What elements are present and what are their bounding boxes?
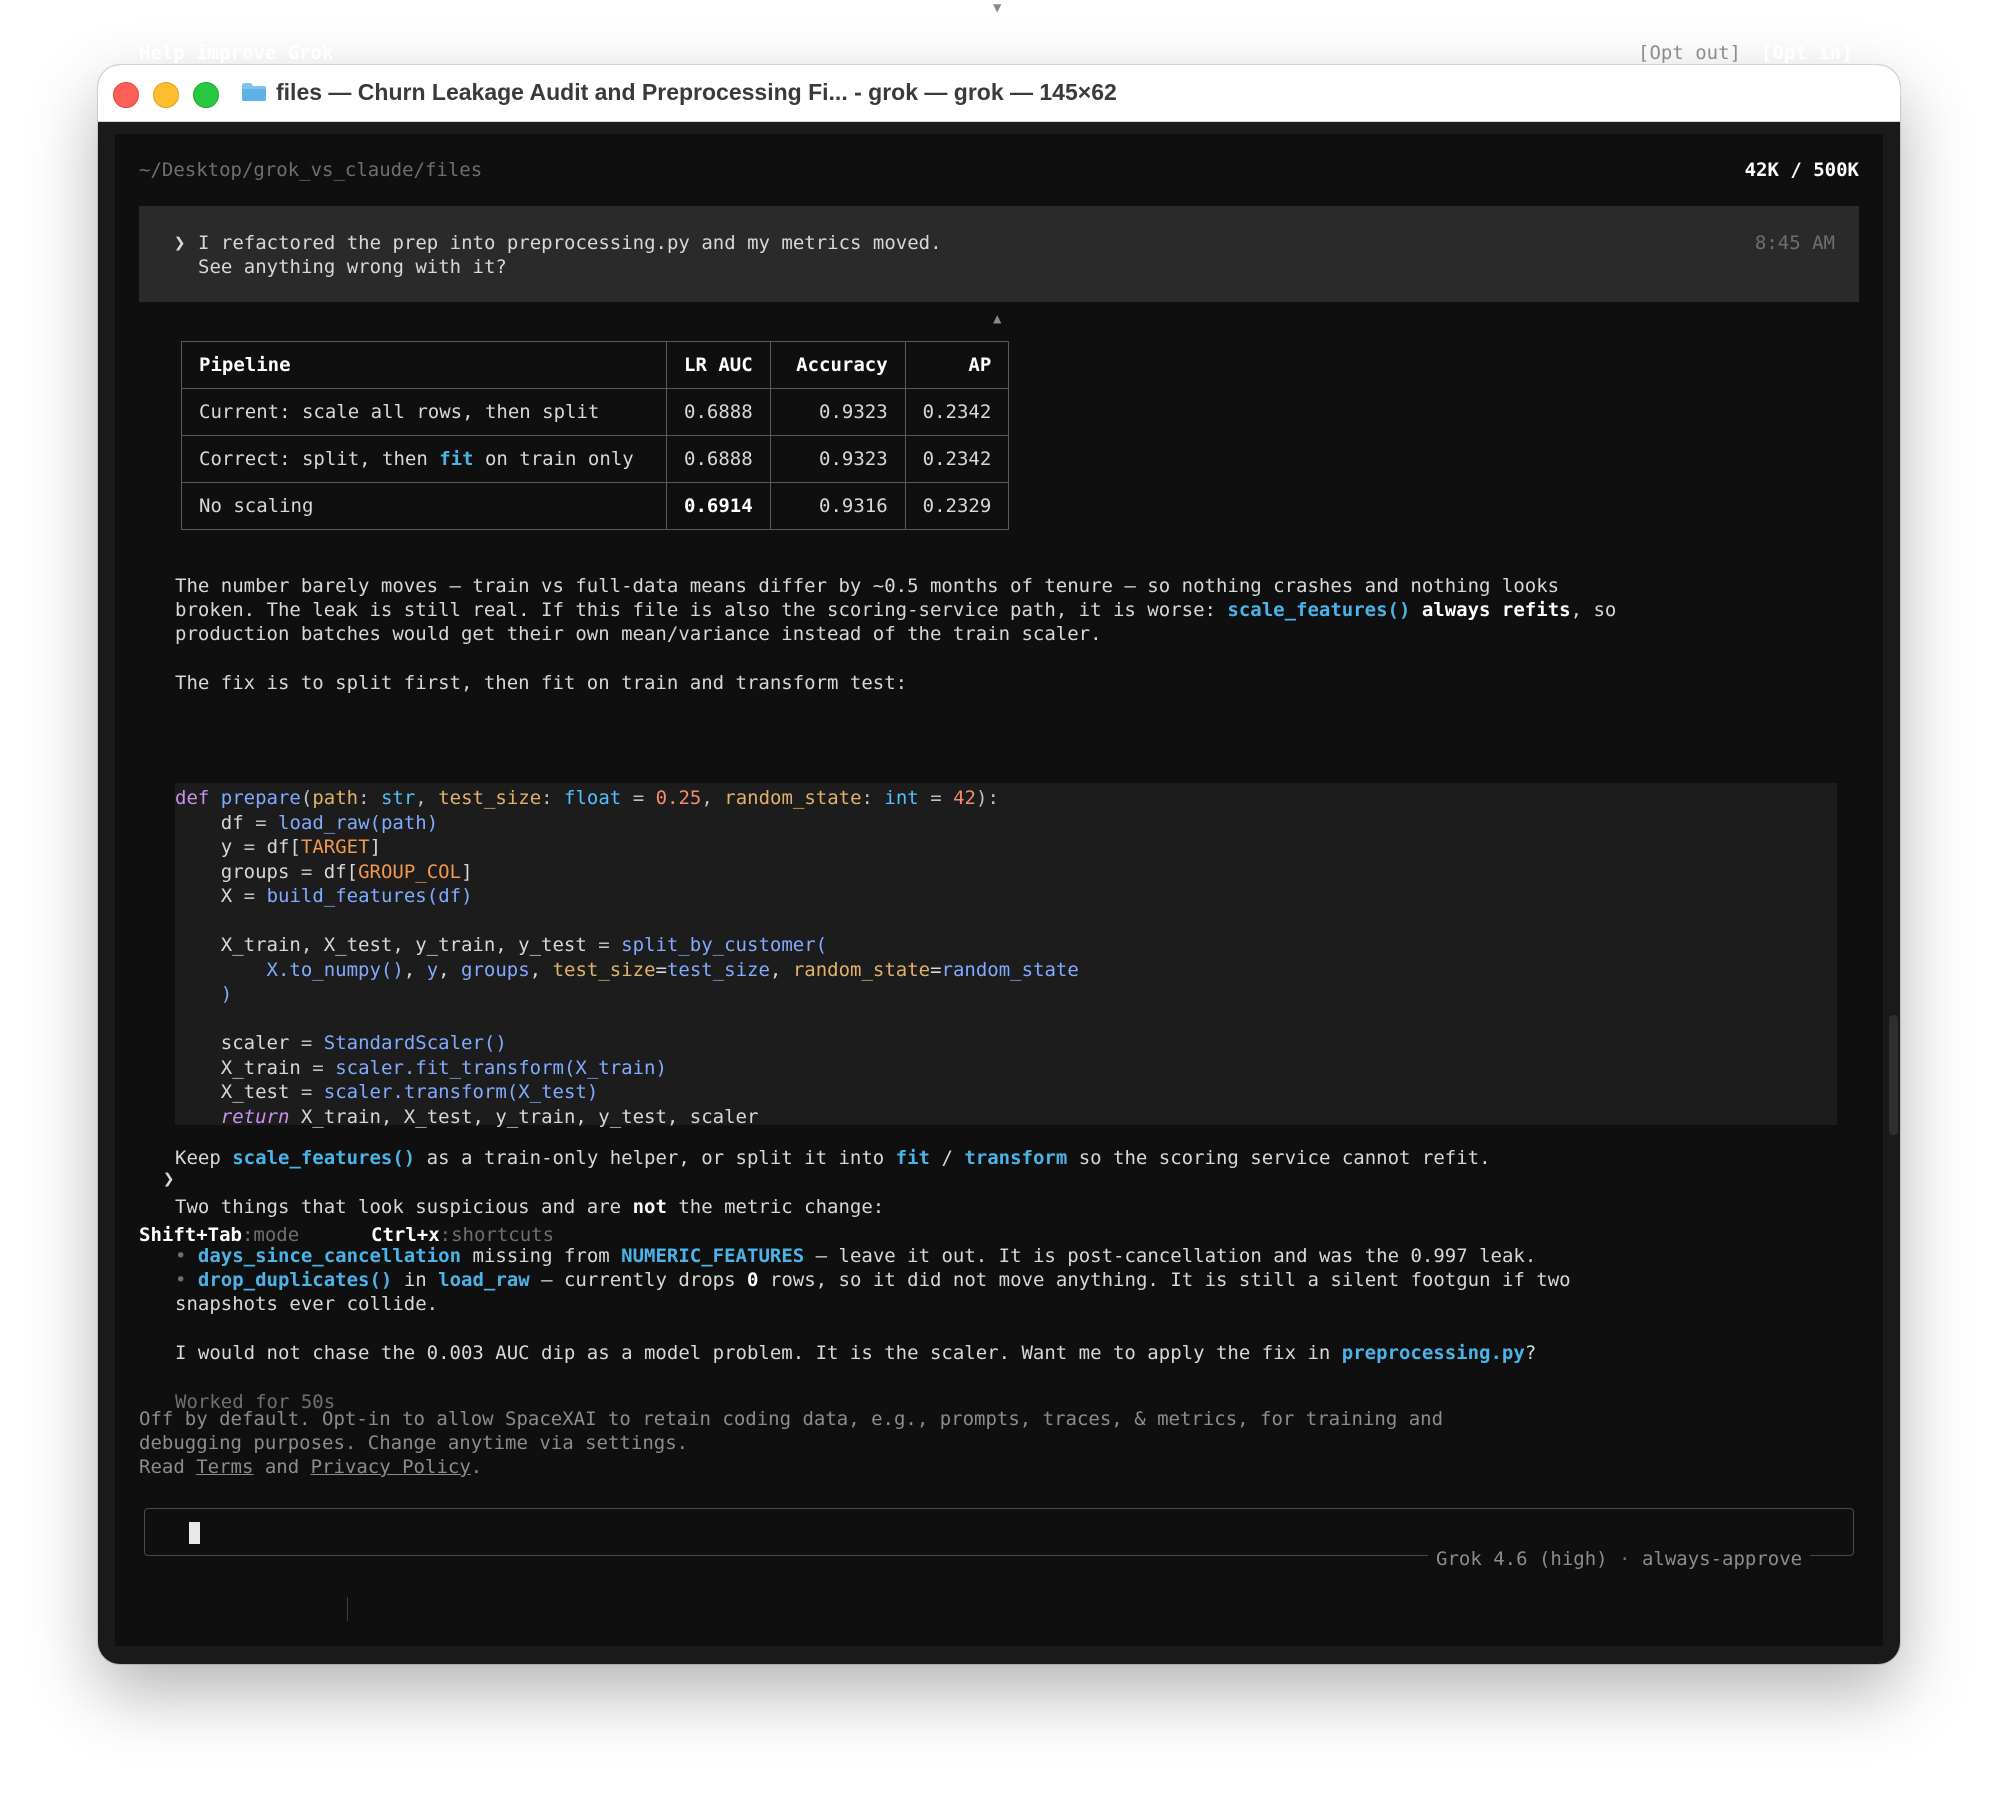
notice-title: Help improve Grok: [139, 42, 334, 64]
model-status[interactable]: Grok 4.6 (high) · always-approve: [1428, 1548, 1811, 1570]
privacy-policy-link[interactable]: Privacy Policy: [311, 1456, 471, 1478]
text-cursor: [189, 1522, 200, 1544]
opt-in-button[interactable]: [Opt in]: [1761, 42, 1853, 64]
scroll-down-icon[interactable]: ▼: [993, 0, 1001, 16]
opt-out-button[interactable]: [Opt out]: [1638, 42, 1741, 64]
terms-link[interactable]: Terms: [196, 1456, 253, 1478]
shortcut-mode-key: Shift+Tab:mode: [139, 1224, 300, 1246]
prompt-glyph: ❯: [163, 1168, 175, 1190]
shortcut-shortcuts-key: Ctrl+x:shortcuts: [371, 1224, 555, 1246]
notice-line: Off by default. Opt-in to allow SpaceXAI…: [139, 1408, 1444, 1430]
notice-links: Read Terms and Privacy Policy.: [139, 1456, 483, 1478]
bottom-panel: ▼ Help improve Grok [Opt out] [Opt in] O…: [115, 0, 1883, 1660]
scrollbar-thumb[interactable]: [1889, 1015, 1898, 1135]
notice-line: debugging purposes. Change anytime via s…: [139, 1432, 689, 1454]
footer-divider: [347, 1597, 348, 1621]
